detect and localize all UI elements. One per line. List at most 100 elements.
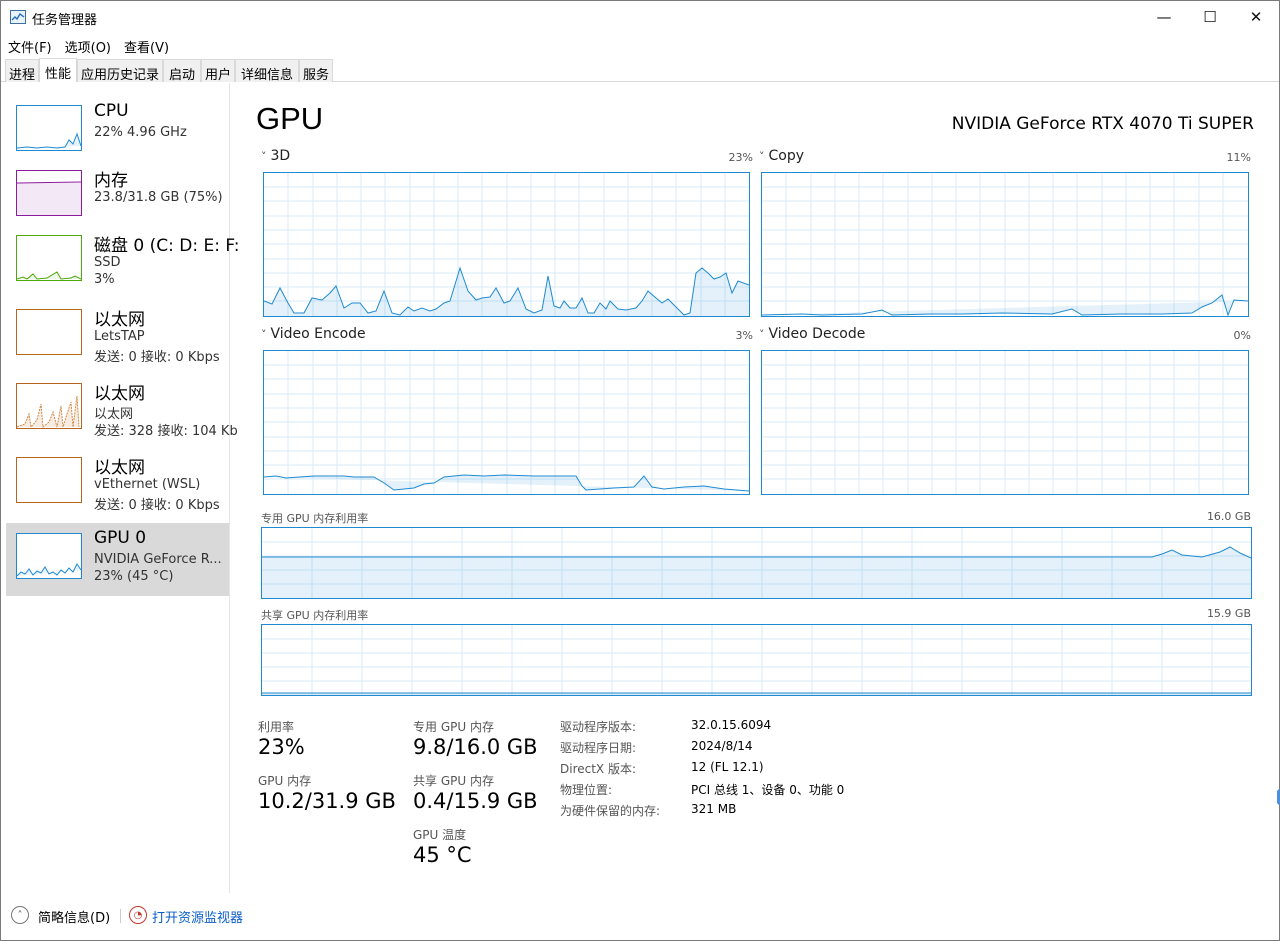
shared-memory-label: 共享 GPU 内存利用率	[261, 609, 369, 622]
sidebar-item-title: 磁盘 0 (C: D: E: F:	[94, 236, 240, 256]
engine-video-decode-percent: 0%	[1233, 329, 1251, 342]
tab-services[interactable]: 服务	[299, 59, 333, 83]
title-bar: 任务管理器 — ☐ ✕	[1, 1, 1279, 33]
shared-memory-graph	[261, 624, 1252, 696]
sidebar-item-title: 内存	[94, 171, 128, 191]
engine-3d-graph	[263, 172, 750, 317]
ethernet-thumbnail	[16, 457, 82, 503]
sidebar-item-memory[interactable]: 内存 23.8/31.8 GB (75%)	[6, 166, 229, 238]
sidebar-item-subtitle: NVIDIA GeForce R...	[94, 552, 222, 567]
sidebar-item-cpu[interactable]: CPU 22% 4.96 GHz	[6, 101, 229, 173]
gpu-memory-label: GPU 内存	[258, 774, 312, 788]
tab-processes[interactable]: 进程	[5, 59, 39, 83]
engine-video-encode-percent: 3%	[735, 329, 753, 342]
tab-app-history[interactable]: 应用历史记录	[77, 59, 163, 83]
gpu-memory-value: 10.2/31.9 GB	[258, 789, 396, 813]
sidebar-item-detail: 23% (45 °C)	[94, 569, 174, 584]
menu-options[interactable]: 选项(O)	[58, 34, 117, 56]
chevron-down-icon: ˅	[261, 328, 267, 341]
sidebar-item-subtitle: 23.8/31.8 GB (75%)	[94, 190, 223, 205]
sidebar-item-ethernet[interactable]: 以太网 以太网 发送: 328 接收: 104 Kb	[6, 379, 238, 451]
tab-performance[interactable]: 性能	[39, 58, 77, 82]
sidebar-item-subtitle: 22% 4.96 GHz	[94, 125, 187, 140]
menu-bar: 文件(F) 选项(O) 查看(V)	[1, 34, 1279, 56]
sidebar-item-title: 以太网	[94, 384, 145, 404]
dedicated-memory-max: 16.0 GB	[1206, 510, 1251, 523]
engine-video-encode-graph	[263, 350, 750, 495]
sidebar-item-detail: 发送: 0 接收: 0 Kbps	[94, 350, 220, 365]
gpu-model-name: NVIDIA GeForce RTX 4070 Ti SUPER	[951, 114, 1254, 134]
physical-location-label: 物理位置:	[560, 783, 613, 797]
ethernet-thumbnail	[16, 309, 82, 355]
engine-3d-label[interactable]: ˅ 3D	[261, 148, 290, 164]
driver-version-value: 32.0.15.6094	[691, 718, 772, 732]
driver-date-value: 2024/8/14	[691, 739, 753, 753]
gpu-temperature-label: GPU 温度	[413, 828, 467, 842]
gpu-temperature-value: 45 °C	[413, 843, 472, 867]
minimize-button[interactable]: —	[1141, 1, 1187, 33]
sidebar-item-title: CPU	[94, 101, 129, 121]
sidebar-item-subtitle: vEthernet (WSL)	[94, 477, 201, 492]
driver-date-label: 驱动程序日期:	[560, 741, 637, 755]
fewer-details-button[interactable]: 简略信息(D)	[38, 907, 110, 926]
resource-monitor-icon: ◔	[129, 906, 147, 924]
dedicated-gpu-memory-label: 专用 GPU 内存	[413, 720, 494, 734]
dedicated-memory-label: 专用 GPU 内存利用率	[261, 512, 369, 525]
engine-3d-percent: 23%	[728, 151, 753, 164]
utilization-value: 23%	[258, 735, 305, 759]
physical-location-value: PCI 总线 1、设备 0、功能 0	[691, 783, 845, 797]
cpu-thumbnail	[16, 105, 82, 151]
dedicated-memory-graph	[261, 527, 1252, 599]
sidebar-item-detail: 3%	[94, 272, 115, 287]
sidebar-item-gpu[interactable]: GPU 0 NVIDIA GeForce R... 23% (45 °C)	[6, 523, 229, 596]
utilization-label: 利用率	[258, 720, 295, 734]
engine-video-decode-graph	[761, 350, 1249, 495]
footer-divider	[120, 909, 121, 923]
sidebar-item-disk[interactable]: 磁盘 0 (C: D: E: F: SSD 3%	[6, 231, 240, 303]
sidebar-item-subtitle: LetsTAP	[94, 329, 145, 344]
engine-video-encode-label[interactable]: ˅ Video Encode	[261, 326, 366, 342]
page-title: GPU	[256, 101, 324, 136]
sidebar-item-detail: 发送: 328 接收: 104 Kb	[94, 424, 238, 439]
chevron-down-icon: ˅	[759, 328, 765, 341]
reserved-memory-label: 为硬件保留的内存:	[560, 804, 661, 818]
chevron-up-icon[interactable]: ˄	[11, 906, 29, 924]
chevron-down-icon: ˅	[759, 150, 765, 163]
tab-bar: 进程 性能 应用历史记录 启动 用户 详细信息 服务	[1, 58, 1279, 83]
task-manager-icon	[10, 10, 26, 24]
task-manager-window: 任务管理器 — ☐ ✕ 文件(F) 选项(O) 查看(V) 进程 性能 应用历史…	[0, 0, 1280, 941]
menu-view[interactable]: 查看(V)	[117, 34, 175, 56]
shared-gpu-memory-label: 共享 GPU 内存	[413, 774, 494, 788]
close-button[interactable]: ✕	[1233, 1, 1279, 33]
memory-thumbnail	[16, 170, 82, 216]
sidebar-item-ethernet-wsl[interactable]: 以太网 vEthernet (WSL) 发送: 0 接收: 0 Kbps	[6, 453, 229, 525]
driver-version-label: 驱动程序版本:	[560, 720, 637, 734]
tab-users[interactable]: 用户	[201, 59, 235, 83]
directx-version-label: DirectX 版本:	[560, 762, 637, 776]
engine-copy-percent: 11%	[1226, 151, 1251, 164]
open-resource-monitor-link[interactable]: 打开资源监视器	[152, 907, 243, 926]
disk-thumbnail	[16, 235, 82, 281]
ethernet-thumbnail	[16, 383, 82, 429]
reserved-memory-value: 321 MB	[691, 802, 737, 816]
sidebar-item-subtitle: SSD	[94, 255, 121, 270]
engine-copy-label[interactable]: ˅ Copy	[759, 148, 804, 164]
tab-startup[interactable]: 启动	[163, 59, 201, 83]
maximize-button[interactable]: ☐	[1187, 1, 1233, 33]
chevron-down-icon: ˅	[261, 150, 267, 163]
directx-version-value: 12 (FL 12.1)	[691, 760, 764, 774]
sidebar-item-title: 以太网	[94, 458, 145, 478]
sidebar-item-ethernet-letstap[interactable]: 以太网 LetsTAP 发送: 0 接收: 0 Kbps	[6, 305, 229, 377]
resource-sidebar: CPU 22% 4.96 GHz 内存 23.8/31.8 GB (75%) 磁…	[1, 83, 240, 893]
engine-video-decode-label[interactable]: ˅ Video Decode	[759, 326, 865, 342]
sidebar-item-title: GPU 0	[94, 528, 147, 548]
menu-file[interactable]: 文件(F)	[1, 34, 58, 56]
shared-gpu-memory-value: 0.4/15.9 GB	[413, 789, 538, 813]
dedicated-gpu-memory-value: 9.8/16.0 GB	[413, 735, 538, 759]
sidebar-item-title: 以太网	[94, 310, 145, 330]
window-title: 任务管理器	[32, 13, 98, 28]
engine-copy-graph	[761, 172, 1249, 317]
sidebar-item-detail: 发送: 0 接收: 0 Kbps	[94, 498, 220, 513]
tab-details[interactable]: 详细信息	[235, 59, 299, 83]
gpu-thumbnail	[16, 533, 82, 579]
